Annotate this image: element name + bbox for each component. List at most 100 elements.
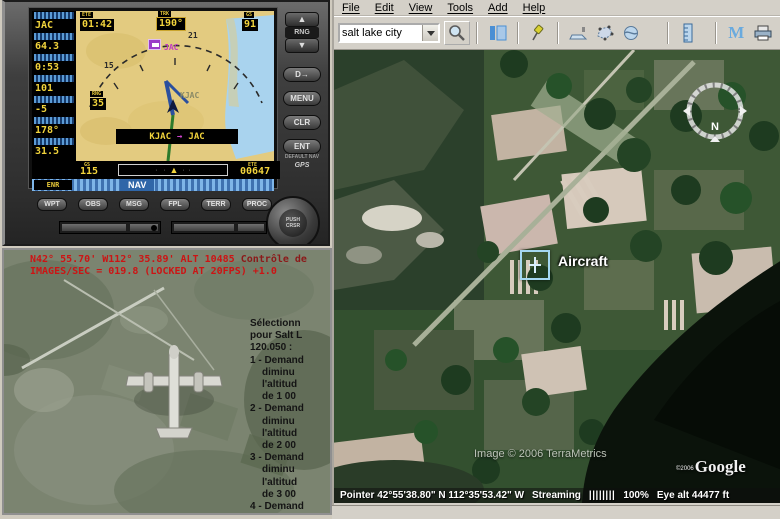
- path-globe-icon: [624, 26, 639, 40]
- toolbar-separator: [715, 22, 718, 44]
- gps-scale-pointer-icon: ▲: [169, 165, 179, 175]
- range-up-button[interactable]: ▲: [285, 12, 319, 27]
- gps-data-field: 0:53: [34, 54, 74, 74]
- gps-data-field: 31.5: [34, 138, 74, 158]
- gps-field-header: [34, 117, 74, 124]
- gps-cursor-knob[interactable]: PUSH CRSR: [266, 196, 320, 244]
- atc-menu[interactable]: Sélectionn pour Salt L 120.050 : 1 - Dem…: [250, 318, 330, 513]
- add-polygon-button[interactable]: [592, 21, 618, 45]
- gps-field-header: [34, 12, 74, 19]
- menu-item[interactable]: Tools: [447, 2, 473, 14]
- gps-field-value: 64.3: [35, 41, 60, 52]
- print-button[interactable]: [750, 21, 776, 45]
- chase-camera-panel: N42° 55.70' W112° 35.89' ALT 10485 Contr…: [2, 248, 332, 515]
- menu-item[interactable]: Help: [523, 2, 546, 14]
- clr-button[interactable]: CLR: [283, 115, 321, 130]
- watermark-year: ©2006: [676, 466, 694, 472]
- gps-function-button[interactable]: PROC: [242, 198, 272, 211]
- telemetry-line2: IMAGES/SEC = 019.8 (LOCKED AT 20FPS) +1.…: [30, 266, 277, 277]
- email-button[interactable]: M: [723, 21, 749, 45]
- gps-leg-from: KJAC: [149, 131, 171, 142]
- gps-field-header: [34, 138, 74, 145]
- atc-menu-line: pour Salt L: [250, 330, 303, 342]
- aircraft-placemark-label[interactable]: Aircraft: [558, 253, 608, 269]
- gps-right-buttons: ▲ RNG ▼ D→ MENU CLR ENT DEFAULT NAV GPS: [280, 12, 324, 170]
- gps-knob-label: GPS: [294, 162, 310, 169]
- gps-function-button[interactable]: WPT: [37, 198, 67, 211]
- gps-field-header: [34, 33, 74, 40]
- gps-function-button[interactable]: TERR: [201, 198, 231, 211]
- sidebar-toggle-button[interactable]: [484, 21, 510, 45]
- atc-menu-line: l'altitud: [262, 427, 298, 439]
- toolbar-separator: [516, 22, 519, 44]
- atc-menu-line: 1 - Demand: [250, 354, 304, 366]
- direct-to-button[interactable]: D→: [283, 67, 321, 82]
- streaming-percent: 100%: [623, 490, 649, 501]
- gps-ete-box: 01:42: [80, 19, 115, 31]
- gps-function-button[interactable]: FPL: [160, 198, 190, 211]
- push-crsr-knob[interactable]: PUSH CRSR: [279, 209, 307, 237]
- atc-menu-line: 3 - Demand: [250, 452, 304, 464]
- menu-button[interactable]: MENU: [283, 91, 321, 106]
- search-combo: [338, 23, 440, 43]
- gps-data-field: -5: [34, 96, 74, 116]
- email-icon: M: [728, 23, 745, 42]
- gps-info-row: GS 115 · · ▲ · · ETE 00647: [76, 161, 280, 179]
- gps-data-field: JAC: [34, 12, 74, 32]
- compass-north-letter: N: [711, 121, 719, 133]
- gps-field-value: JAC: [35, 20, 54, 31]
- atc-menu-line: diminu: [262, 415, 295, 427]
- search-button[interactable]: [444, 21, 471, 45]
- magnifier-icon: [449, 25, 466, 41]
- menu-item[interactable]: Add: [488, 2, 508, 14]
- gps-gs-label: GS: [244, 12, 255, 18]
- gps-scale-dots2: · ·: [178, 166, 191, 174]
- gps-groundspeed-value: 115: [78, 166, 101, 178]
- menu-item[interactable]: View: [409, 2, 433, 14]
- gps-arc-heading-left: 15: [104, 61, 114, 70]
- gps-arc-heading-right: 21: [188, 31, 198, 40]
- compass-ring[interactable]: N: [682, 78, 748, 144]
- gps-ete-label: ETE: [80, 12, 94, 18]
- range-down-button[interactable]: ▼: [285, 38, 319, 53]
- gps-moving-map: ETE 01:42 TRK 190° GS 91 RNG 35 JAC KJAC…: [76, 11, 274, 161]
- atc-menu-line: 4 - Demand: [250, 501, 304, 513]
- telemetry-line1: N42° 55.70' W112° 35.89' ALT 10485 Contr…: [30, 254, 307, 265]
- menu-item[interactable]: File: [342, 2, 360, 14]
- measure-button[interactable]: [675, 21, 701, 45]
- window-bottom-frame: [332, 505, 780, 519]
- gps-mode-indicator: ENR: [34, 180, 72, 190]
- placemark-pushpin-icon: [532, 24, 544, 41]
- search-input[interactable]: [340, 25, 422, 41]
- gps-scale-bar: · · ▲ · ·: [118, 164, 228, 176]
- gps-function-button[interactable]: MSG: [119, 198, 149, 211]
- add-image-overlay-button[interactable]: [565, 21, 591, 45]
- google-watermark: ©2006 Google: [676, 458, 746, 475]
- menu-item[interactable]: Edit: [375, 2, 394, 14]
- imagery-copyright: Image © 2006 TerraMetrics: [474, 448, 607, 460]
- gps-card-slot-right: [171, 221, 267, 234]
- aircraft-placemark[interactable]: [520, 250, 550, 280]
- add-placemark-button[interactable]: [525, 21, 551, 45]
- toolbar-separator: [666, 22, 669, 44]
- atc-menu-line: de 1 00: [262, 391, 296, 403]
- google-earth-window: File Edit View Tools Add Help salt lake …: [332, 0, 780, 505]
- atc-menu-line: Sélectionn: [250, 318, 301, 329]
- status-bar: Pointer 42°55'38.80" N 112°35'53.42" W S…: [334, 488, 780, 503]
- gps-leg-arrow-icon: →: [177, 131, 183, 142]
- add-path-button[interactable]: [618, 21, 644, 45]
- gps-scale-dots: · ·: [155, 166, 170, 174]
- earth-viewport[interactable]: N Aircraft Image © 2006 TerraMetrics ©20…: [334, 50, 780, 503]
- atc-menu-line: diminu: [262, 366, 295, 378]
- range-rocker-label: RNG: [285, 27, 319, 38]
- streaming-progress-bars: ||||||||: [588, 490, 616, 501]
- gps-gs-box: 91: [242, 19, 259, 31]
- gps-data-field: 178°: [34, 117, 74, 137]
- gps-unit: JAC 64.3 0:53 101 -5 178° 31.5 ETE 01:42…: [2, 0, 330, 246]
- ent-button[interactable]: ENT: [283, 139, 321, 154]
- gps-function-button[interactable]: OBS: [78, 198, 108, 211]
- search-dropdown-button[interactable]: [422, 25, 438, 41]
- gps-trk-box: 190°: [156, 17, 187, 31]
- gps-field-header: [34, 75, 74, 82]
- gps-range-rocker: ▲ RNG ▼: [285, 12, 319, 53]
